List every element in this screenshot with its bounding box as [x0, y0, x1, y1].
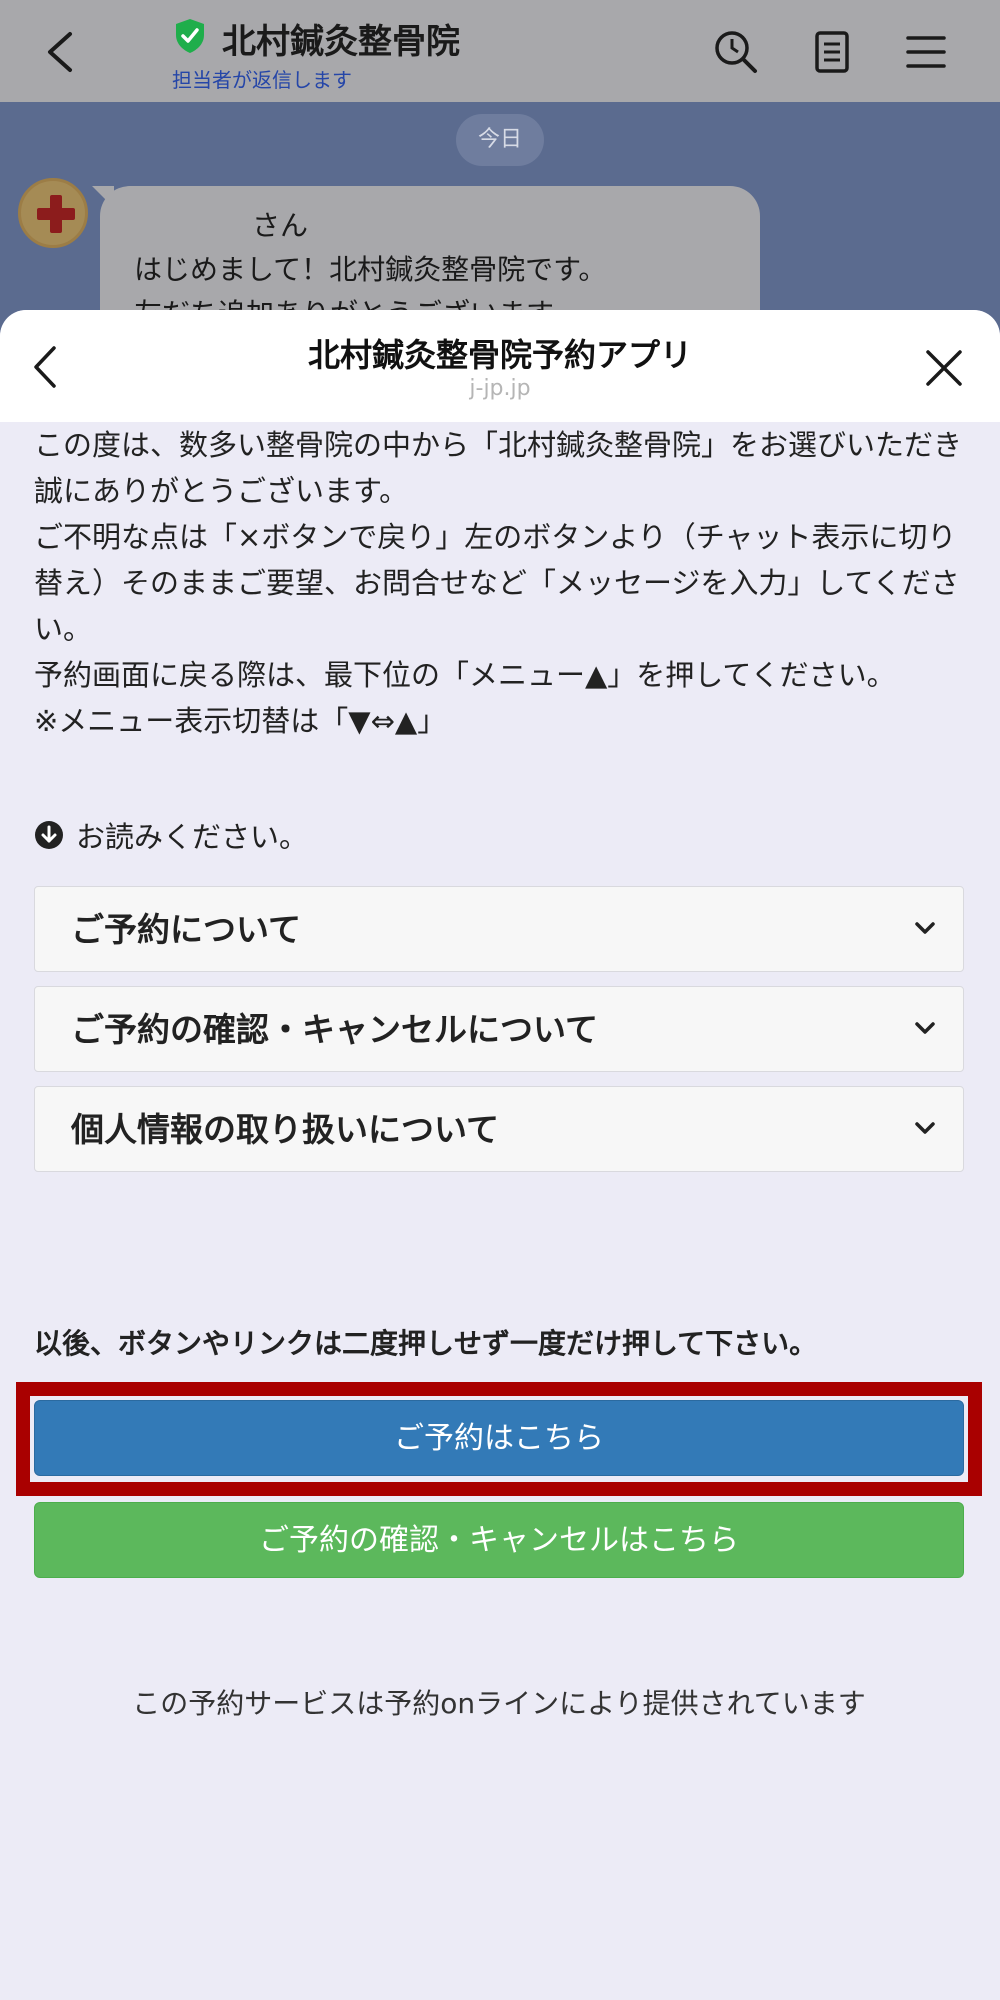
arrow-down-circle-icon	[35, 821, 63, 849]
accordion-label: ご予約の確認・キャンセルについて	[71, 1010, 599, 1049]
intro-text: この度は、数多い整骨院の中から「北村鍼灸整骨院」をお選びいただき誠にありがとうご…	[34, 422, 974, 744]
message-line: はじめまして！北村鍼灸整骨院です。	[134, 253, 607, 286]
notes-icon[interactable]	[808, 28, 856, 76]
close-icon[interactable]	[924, 348, 964, 388]
reserve-button[interactable]: ご予約はこちら	[34, 1400, 964, 1476]
back-chevron-icon[interactable]	[42, 30, 82, 74]
avatar[interactable]	[18, 178, 88, 248]
date-chip: 今日	[456, 114, 544, 166]
intro-paragraph: この度は、数多い整骨院の中から「北村鍼灸整骨院」をお選びいただき誠にありがとうご…	[34, 428, 963, 508]
intro-paragraph: ご不明な点は「×ボタンで戻り」左のボタンより（チャット表示に切り替え）そのままご…	[34, 520, 960, 646]
confirm-cancel-button[interactable]: ご予約の確認・キャンセルはこちら	[34, 1502, 964, 1578]
chat-body: 今日 さん はじめまして！北村鍼灸整骨院です。 友だち追加ありがとうございます。	[0, 102, 1000, 346]
hamburger-menu-icon[interactable]	[902, 28, 950, 76]
sheet-domain: j-jp.jp	[469, 376, 531, 401]
accordion-label: 個人情報の取り扱いについて	[71, 1110, 500, 1149]
accordion-reservation[interactable]: ご予約について	[34, 886, 964, 972]
chat-subtitle: 担当者が返信します	[172, 68, 352, 92]
notice-text: お読みください。	[76, 820, 309, 854]
chevron-down-icon	[915, 1022, 935, 1034]
intro-paragraph: ※メニュー表示切替は「▼⇔▲」	[34, 704, 447, 738]
accordion-confirm-cancel[interactable]: ご予約の確認・キャンセルについて	[34, 986, 964, 1072]
liff-sheet: 北村鍼灸整骨院予約アプリ j-jp.jp この度は、数多い整骨院の中から「北村鍼…	[0, 310, 1000, 2000]
sheet-content: この度は、数多い整骨院の中から「北村鍼灸整骨院」をお選びいただき誠にありがとうご…	[16, 422, 982, 1720]
accordion-label: ご予約について	[71, 910, 302, 949]
chat-title: 北村鍼灸整骨院	[222, 22, 460, 62]
sheet-title: 北村鍼灸整骨院予約アプリ	[307, 336, 692, 374]
double-click-warning: 以後、ボタンやリンクは二度押しせず一度だけ押して下さい。	[34, 1327, 818, 1360]
chevron-down-icon	[915, 922, 935, 934]
chat-header: 北村鍼灸整骨院 担当者が返信します	[0, 0, 1000, 102]
message-line: さん	[252, 209, 309, 242]
search-icon[interactable]	[712, 28, 760, 76]
read-notice: お読みください。	[34, 814, 308, 856]
footer-text: この予約サービスは予約onラインにより提供されています	[132, 1687, 866, 1720]
verified-shield-icon	[176, 19, 204, 53]
sheet-header: 北村鍼灸整骨院予約アプリ j-jp.jp	[0, 310, 1000, 422]
accordion-privacy[interactable]: 個人情報の取り扱いについて	[34, 1086, 964, 1172]
screen: 北村鍼灸整骨院 担当者が返信します 今日 さん はじめまして！北村鍼灸整骨院です…	[0, 0, 1000, 2000]
chevron-down-icon	[915, 1122, 935, 1134]
intro-paragraph: 予約画面に戻る際は、最下位の「メニュー▲」を押してください。	[34, 658, 896, 692]
